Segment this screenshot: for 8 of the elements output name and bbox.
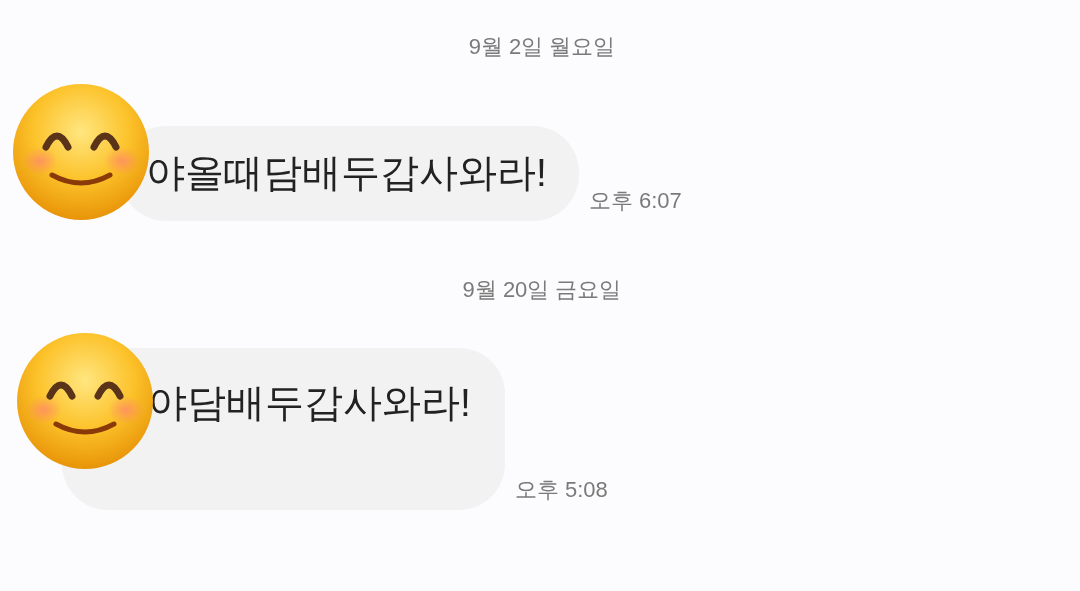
message-time: 오후 5:08 bbox=[514, 476, 608, 504]
date-label: 9월 20일 금요일 bbox=[462, 276, 622, 304]
smiling-face-icon bbox=[12, 83, 150, 221]
date-label: 9월 2일 월요일 bbox=[468, 33, 616, 61]
message-text: 야올때담배두갑사와라! bbox=[146, 150, 547, 197]
message-text: 야담배두갑사와라! bbox=[148, 380, 471, 426]
message-time: 오후 6:07 bbox=[588, 187, 682, 215]
smiling-face-icon bbox=[16, 332, 154, 470]
